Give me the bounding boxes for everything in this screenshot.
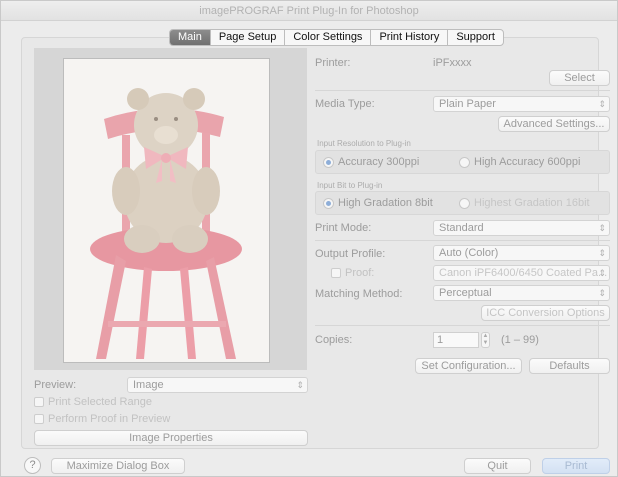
tab-support[interactable]: Support <box>448 30 503 45</box>
output-profile-value: Auto (Color) <box>439 247 499 259</box>
tab-bar: Main Page Setup Color Settings Print His… <box>169 29 504 46</box>
highest-gradation-16bit-radio[interactable]: Highest Gradation 16bit <box>459 197 590 209</box>
input-bit-label: Input Bit to Plug-in <box>317 181 383 190</box>
preview-image <box>63 58 270 363</box>
divider <box>315 90 610 91</box>
tab-page-setup[interactable]: Page Setup <box>211 30 286 45</box>
print-selected-range-label: Print Selected Range <box>48 396 152 408</box>
proof-checkbox[interactable]: Proof: <box>331 267 374 279</box>
high-accuracy-600-label: High Accuracy 600ppi <box>474 156 581 168</box>
copies-range: (1 – 99) <box>501 334 539 346</box>
chevron-updown-icon: ⇕ <box>598 99 606 109</box>
checkbox-icon <box>34 414 44 424</box>
tab-color-settings[interactable]: Color Settings <box>285 30 372 45</box>
high-gradation-8bit-label: High Gradation 8bit <box>338 197 433 209</box>
tab-print-history[interactable]: Print History <box>371 30 449 45</box>
print-mode-select[interactable]: Standard ⇕ <box>433 220 610 236</box>
copies-input[interactable]: 1 <box>433 332 479 348</box>
perform-proof-label: Perform Proof in Preview <box>48 413 171 425</box>
window-title: imagePROGRAF Print Plug-In for Photoshop <box>1 1 617 21</box>
output-profile-select[interactable]: Auto (Color) ⇕ <box>433 245 610 261</box>
high-gradation-8bit-radio[interactable]: High Gradation 8bit <box>323 197 433 209</box>
matching-method-label: Matching Method: <box>315 288 403 300</box>
set-configuration-button[interactable]: Set Configuration... <box>415 358 522 374</box>
print-button[interactable]: Print <box>542 458 610 474</box>
help-button[interactable]: ? <box>24 457 41 474</box>
proof-profile-value: Canon iPF6400/6450 Coated Pa... <box>439 267 608 279</box>
radio-unselected-icon <box>459 197 470 209</box>
highest-gradation-16bit-label: Highest Gradation 16bit <box>474 197 590 209</box>
checkbox-icon <box>34 397 44 407</box>
tab-main[interactable]: Main <box>170 30 211 45</box>
input-resolution-label: Input Resolution to Plug-in <box>317 139 411 148</box>
divider <box>315 325 610 326</box>
stepper-down-icon: ▼ <box>482 340 489 346</box>
preview-select[interactable]: Image ⇕ <box>127 377 308 393</box>
select-printer-button[interactable]: Select <box>549 70 610 86</box>
print-plugin-window: imagePROGRAF Print Plug-In for Photoshop… <box>0 0 618 477</box>
quit-button[interactable]: Quit <box>464 458 531 474</box>
defaults-button[interactable]: Defaults <box>529 358 610 374</box>
accuracy-300-radio[interactable]: Accuracy 300ppi <box>323 156 419 168</box>
radio-selected-icon <box>323 156 334 168</box>
image-properties-button[interactable]: Image Properties <box>34 430 308 446</box>
chevron-updown-icon: ⇕ <box>296 380 304 390</box>
radio-unselected-icon <box>459 156 470 168</box>
print-selected-range-checkbox[interactable]: Print Selected Range <box>34 396 152 408</box>
chevron-updown-icon: ⇕ <box>598 248 606 258</box>
chevron-updown-icon: ⇕ <box>598 268 606 278</box>
media-type-value: Plain Paper <box>439 98 496 110</box>
stepper-up-icon: ▲ <box>482 333 489 339</box>
maximize-dialog-button[interactable]: Maximize Dialog Box <box>51 458 185 474</box>
checkbox-icon <box>331 268 341 278</box>
chevron-updown-icon: ⇕ <box>598 223 606 233</box>
radio-selected-icon <box>323 197 334 209</box>
proof-label: Proof: <box>345 267 375 279</box>
copies-label: Copies: <box>315 334 353 346</box>
high-accuracy-600-radio[interactable]: High Accuracy 600ppi <box>459 156 580 168</box>
output-profile-label: Output Profile: <box>315 248 386 260</box>
printer-label: Printer: <box>315 57 351 69</box>
input-bit-group: High Gradation 8bit Highest Gradation 16… <box>315 191 610 215</box>
teddy-bear-on-chair-image <box>64 59 269 362</box>
print-mode-label: Print Mode: <box>315 222 372 234</box>
print-mode-value: Standard <box>439 222 484 234</box>
perform-proof-checkbox[interactable]: Perform Proof in Preview <box>34 413 170 425</box>
accuracy-300-label: Accuracy 300ppi <box>338 156 420 168</box>
preview-value: Image <box>133 379 164 391</box>
copies-stepper[interactable]: ▲ ▼ <box>481 332 490 348</box>
input-resolution-group: Accuracy 300ppi High Accuracy 600ppi <box>315 150 610 174</box>
matching-method-select[interactable]: Perceptual ⇕ <box>433 285 610 301</box>
printer-value: iPFxxxx <box>433 57 472 69</box>
proof-profile-select[interactable]: Canon iPF6400/6450 Coated Pa... ⇕ <box>433 265 610 281</box>
media-type-label: Media Type: <box>315 98 375 110</box>
advanced-settings-button[interactable]: Advanced Settings... <box>498 116 610 132</box>
matching-method-value: Perceptual <box>439 287 492 299</box>
preview-label: Preview: <box>34 379 77 391</box>
divider <box>315 240 610 241</box>
media-type-select[interactable]: Plain Paper ⇕ <box>433 96 610 112</box>
icc-conversion-options-button[interactable]: ICC Conversion Options <box>481 305 610 321</box>
chevron-updown-icon: ⇕ <box>598 288 606 298</box>
